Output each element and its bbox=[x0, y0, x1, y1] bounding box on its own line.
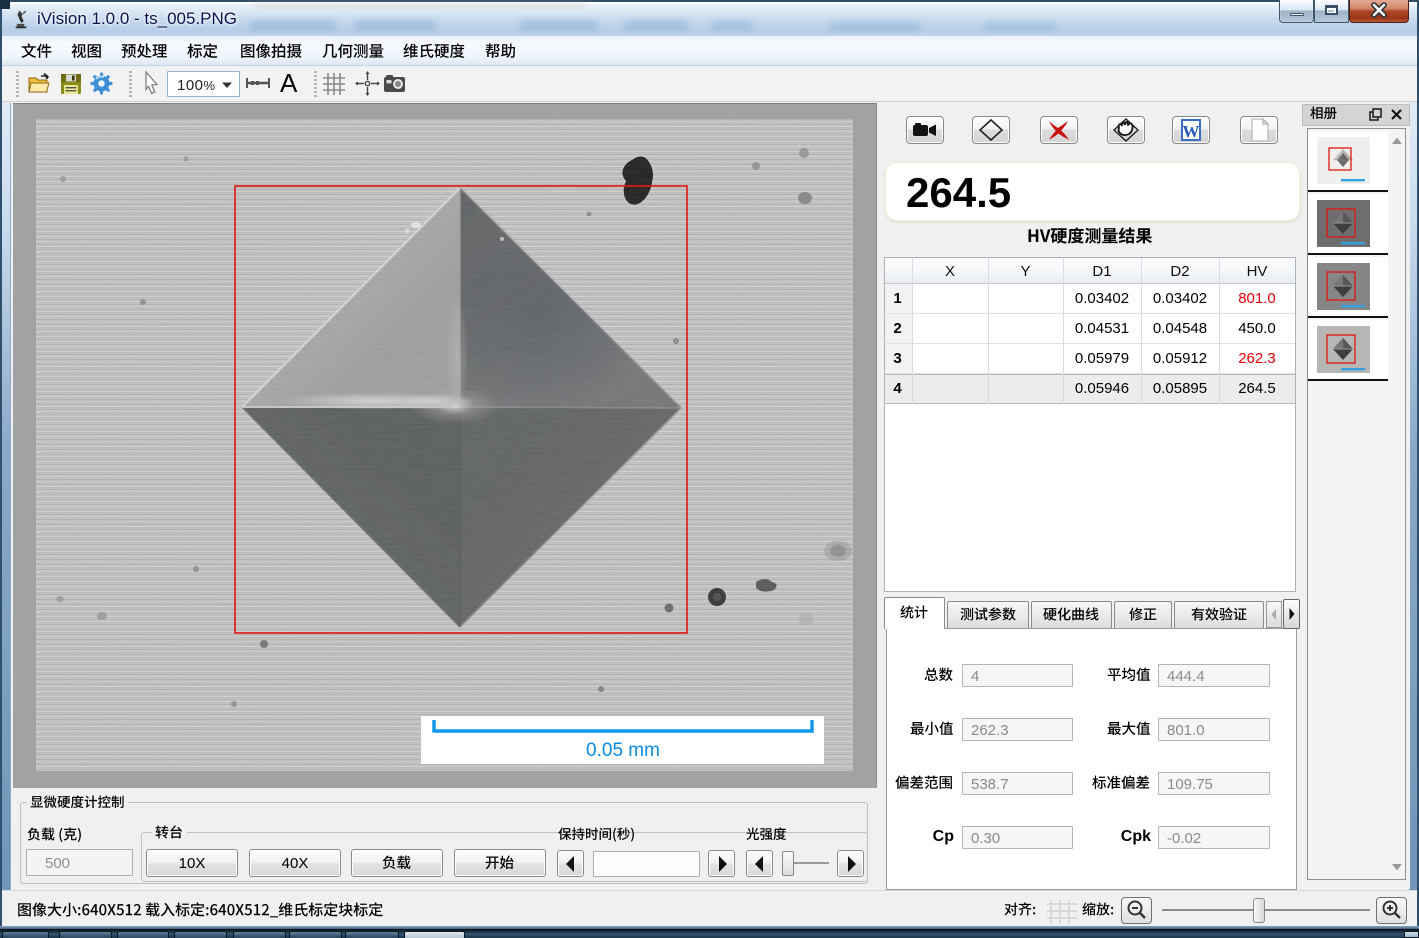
svg-text:W: W bbox=[1183, 122, 1200, 141]
svg-text:0.05 mm: 0.05 mm bbox=[586, 740, 660, 761]
